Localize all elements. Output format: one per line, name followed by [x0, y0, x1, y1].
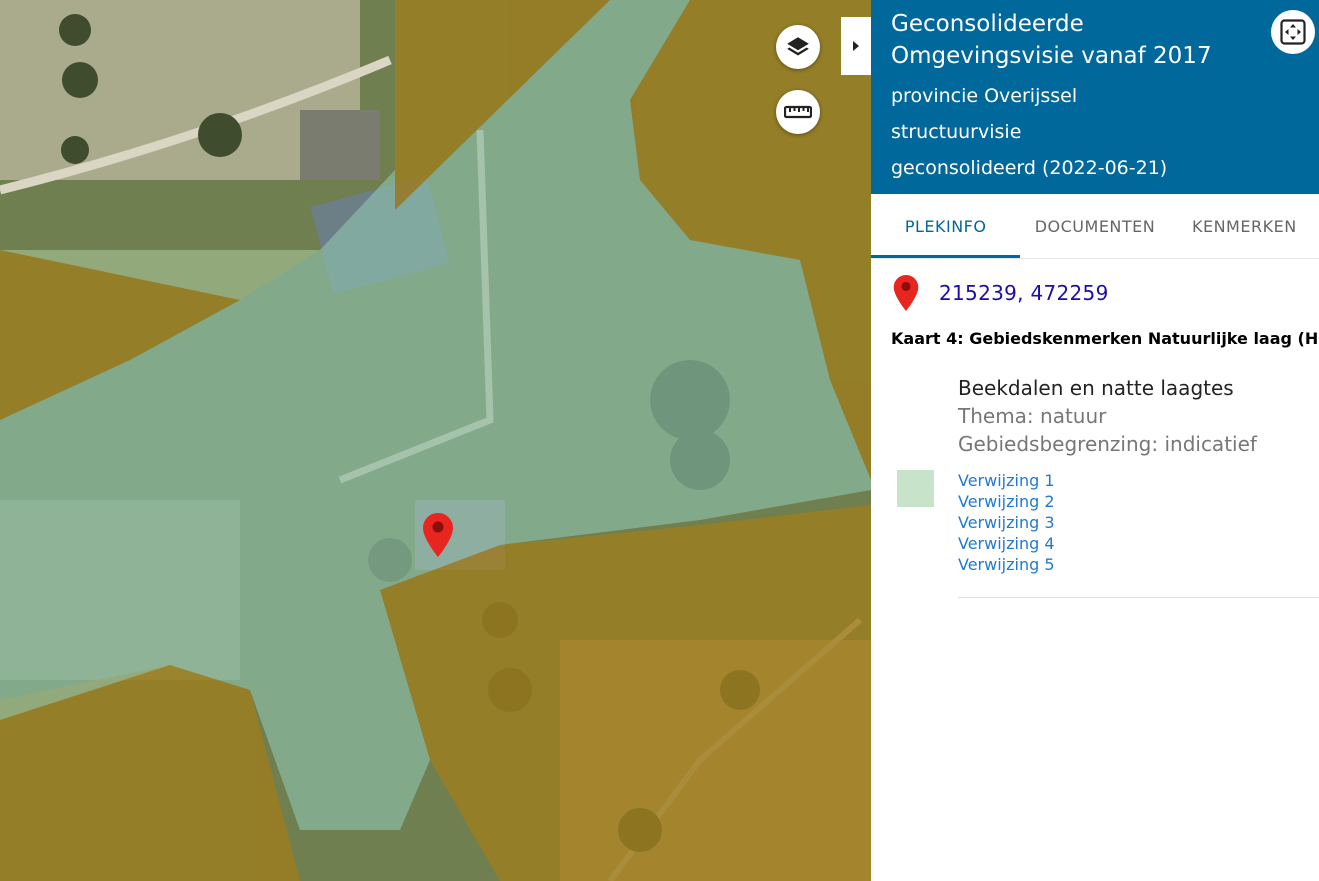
reference-link[interactable]: Verwijzing 4: [958, 533, 1319, 554]
reference-link[interactable]: Verwijzing 2: [958, 491, 1319, 512]
divider: [958, 597, 1319, 598]
reference-list: Verwijzing 1 Verwijzing 2 Verwijzing 3 V…: [958, 470, 1319, 575]
map-marker-icon: [893, 275, 919, 311]
map-marker-icon: [423, 513, 453, 557]
feature-entry: Beekdalen en natte laagtes Thema: natuur…: [871, 374, 1319, 604]
fullscreen-button[interactable]: [1271, 10, 1315, 54]
layers-button[interactable]: [776, 25, 820, 69]
legend-swatch: [897, 470, 934, 507]
panel-header: Geconsolideerde Omgevingsvisie vanaf 201…: [871, 0, 1319, 194]
location-row: 215239, 472259: [871, 259, 1319, 327]
chevron-right-icon: [853, 41, 859, 51]
plan-type: structuurvisie: [891, 121, 1022, 143]
feature-theme: Thema: natuur: [958, 404, 1107, 428]
panel-tabs: PLEKINFO DOCUMENTEN KENMERKEN: [871, 194, 1319, 259]
plan-authority: provincie Overijssel: [891, 85, 1078, 107]
location-marker[interactable]: [423, 513, 453, 561]
aerial-map: [0, 0, 871, 881]
info-panel: Geconsolideerde Omgevingsvisie vanaf 201…: [871, 0, 1319, 881]
feature-boundary: Gebiedsbegrenzing: indicatief: [958, 432, 1257, 456]
tab-plekinfo[interactable]: PLEKINFO: [871, 194, 1021, 258]
tab-documenten[interactable]: DOCUMENTEN: [1020, 194, 1169, 258]
ruler-icon: [784, 105, 812, 119]
map-view[interactable]: [0, 0, 871, 881]
tab-kenmerken[interactable]: KENMERKEN: [1170, 194, 1319, 258]
plan-title: Geconsolideerde Omgevingsvisie vanaf 201…: [891, 11, 1212, 69]
feature-name: Beekdalen en natte laagtes: [958, 376, 1234, 400]
coordinates-readout[interactable]: 215239, 472259: [939, 281, 1109, 305]
map-layer-title: Kaart 4: Gebiedskenmerken Natuurlijke la…: [891, 329, 1319, 348]
reference-link[interactable]: Verwijzing 3: [958, 512, 1319, 533]
reference-link[interactable]: Verwijzing 5: [958, 554, 1319, 575]
fullscreen-icon: [1280, 19, 1306, 45]
collapse-panel-button[interactable]: [841, 17, 871, 75]
layers-icon: [787, 37, 809, 56]
plan-status: geconsolideerd (2022-06-21): [891, 157, 1168, 179]
measure-button[interactable]: [776, 90, 820, 134]
reference-link[interactable]: Verwijzing 1: [958, 470, 1319, 491]
feature-details: Beekdalen en natte laagtes Thema: natuur…: [958, 374, 1319, 575]
